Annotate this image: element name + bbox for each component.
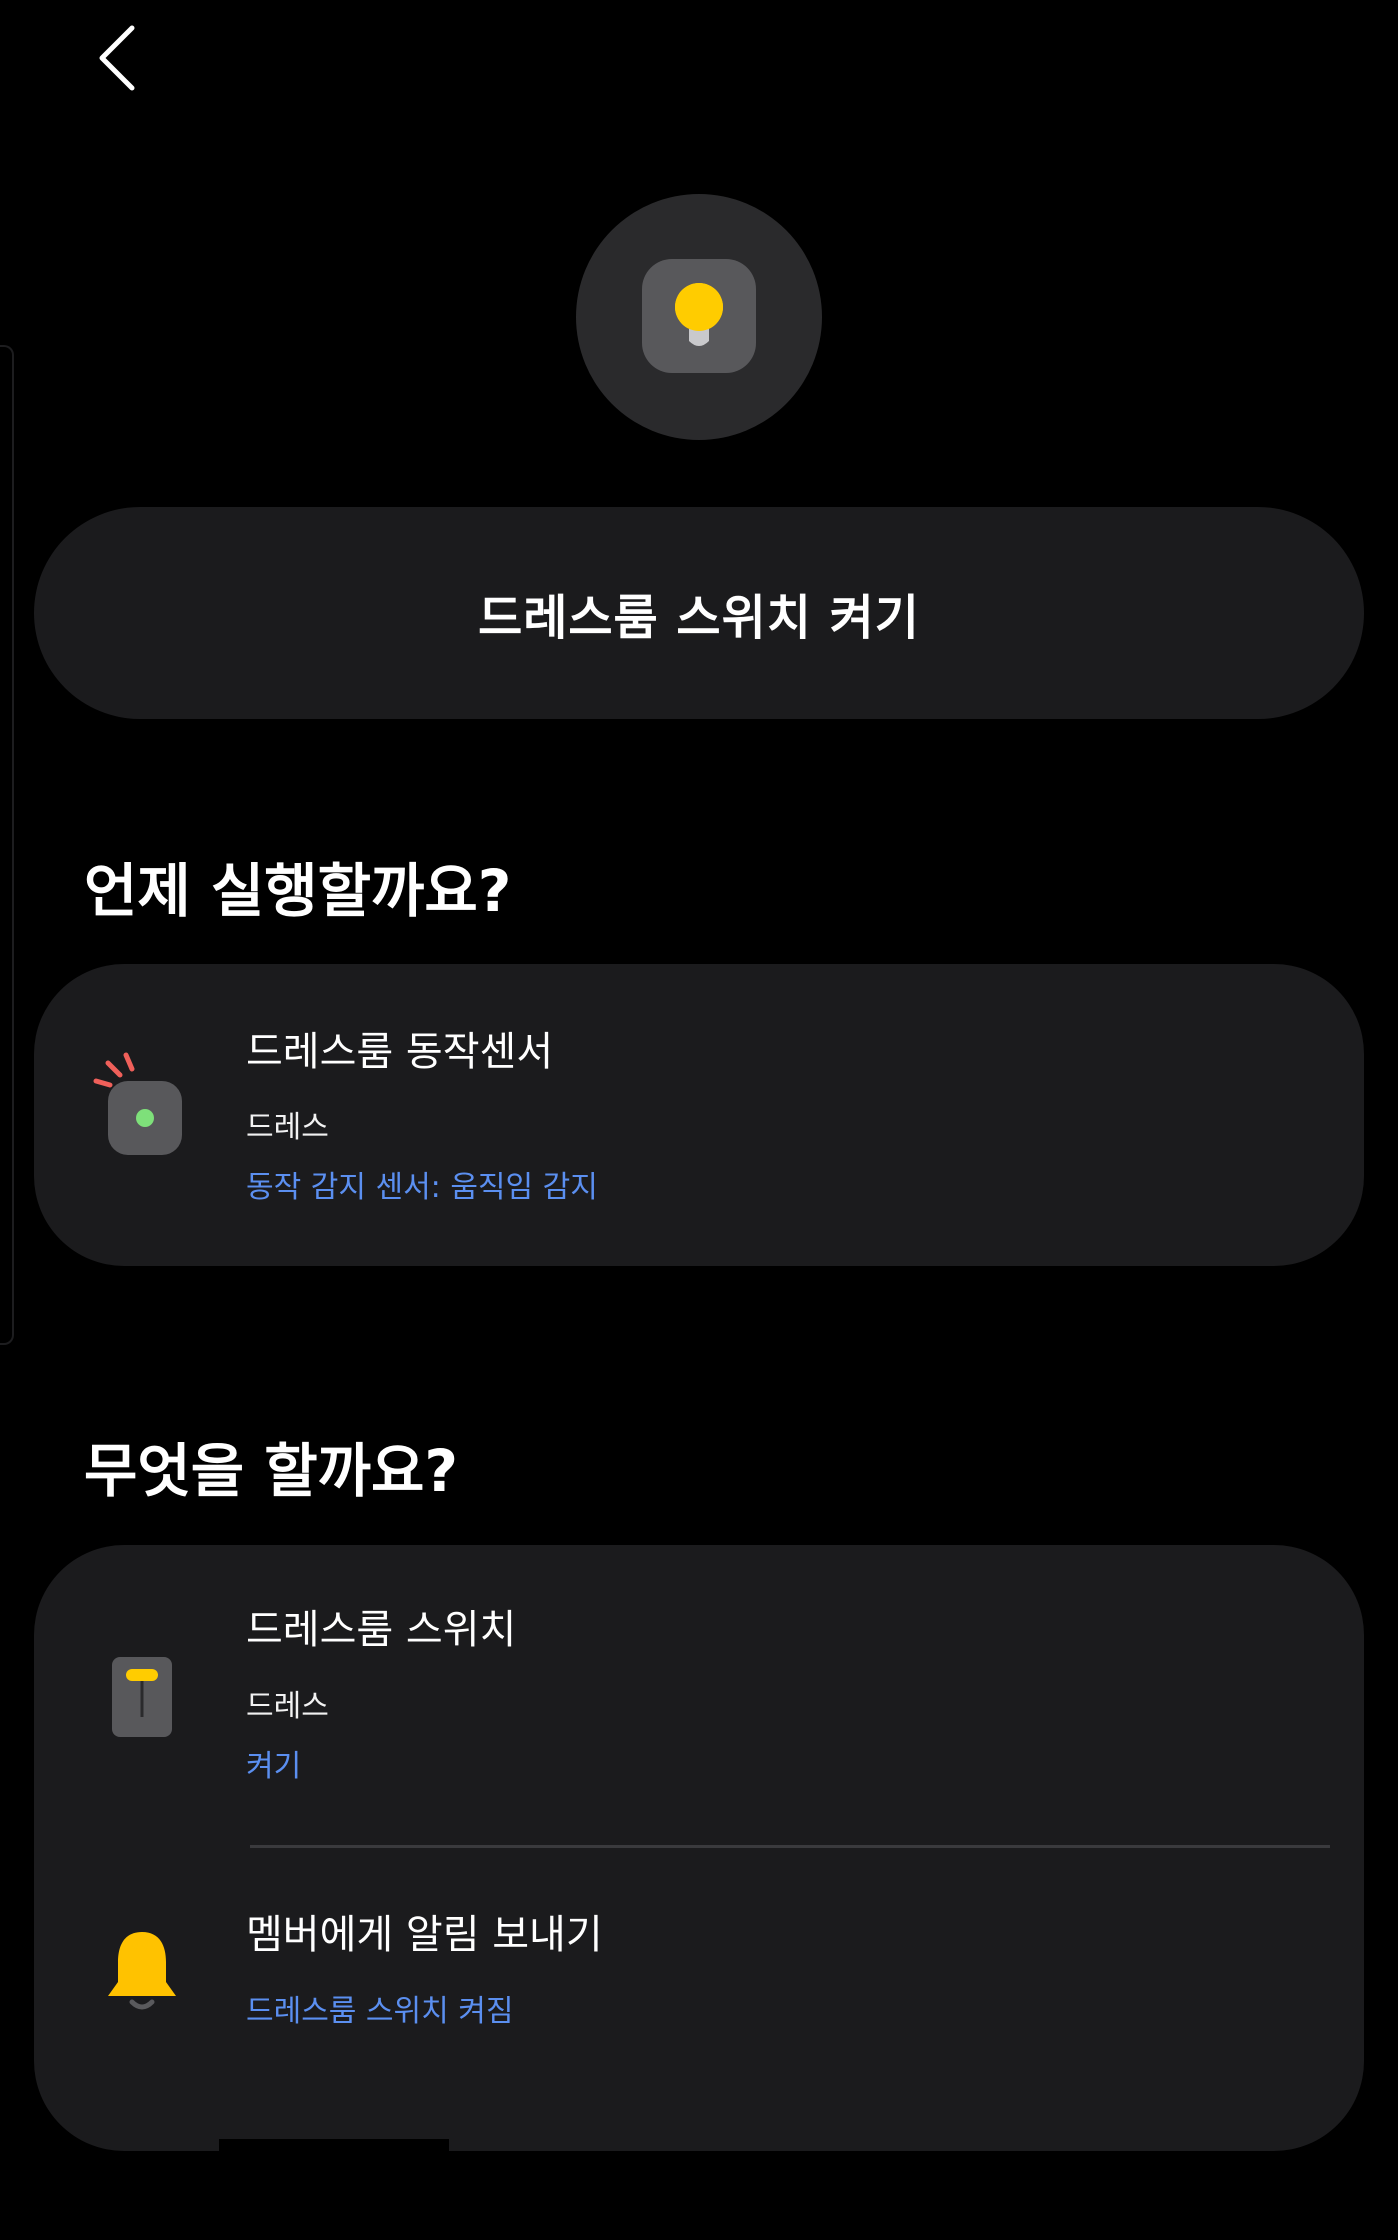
switch-icon — [110, 1655, 174, 1743]
scene-icon-button[interactable] — [576, 194, 822, 440]
condition-status: 동작 감지 센서: 움직임 감지 — [246, 1170, 598, 1205]
action-row-switch[interactable]: 드레스룸 스위치 드레스 켜기 — [34, 1545, 1364, 1845]
condition-card: 드레스룸 동작센서 드레스 동작 감지 센서: 움직임 감지 — [34, 964, 1364, 1266]
action-location: 드레스 — [246, 1689, 329, 1724]
condition-row-motion-sensor[interactable]: 드레스룸 동작센서 드레스 동작 감지 센서: 움직임 감지 — [34, 964, 1364, 1266]
bell-icon — [106, 1928, 178, 2022]
back-button[interactable] — [80, 18, 160, 98]
condition-location: 드레스 — [246, 1110, 329, 1145]
when-heading: 언제 실행할까요? — [84, 857, 512, 925]
action-status: 켜기 — [246, 1749, 302, 1784]
action-status: 드레스룸 스위치 켜짐 — [246, 1994, 514, 2029]
bottom-tab-marker — [219, 2139, 449, 2151]
scene-icon-tile — [642, 259, 756, 373]
scene-name-field[interactable]: 드레스룸 스위치 켜기 — [34, 507, 1364, 719]
condition-title: 드레스룸 동작센서 — [246, 1029, 554, 1075]
lightbulb-icon — [675, 283, 723, 346]
action-title: 드레스룸 스위치 — [246, 1607, 517, 1653]
scene-name: 드레스룸 스위치 켜기 — [478, 590, 920, 646]
action-card: 드레스룸 스위치 드레스 켜기 멤버에게 알림 보내기 드레스룸 스위치 켜짐 — [34, 1545, 1364, 2151]
chevron-left-icon — [99, 25, 135, 91]
action-title: 멤버에게 알림 보내기 — [246, 1912, 603, 1958]
what-heading: 무엇을 할까요? — [84, 1437, 458, 1505]
action-row-notification[interactable]: 멤버에게 알림 보내기 드레스룸 스위치 켜짐 — [34, 1848, 1364, 2151]
motion-sensor-icon — [76, 1049, 186, 1163]
scroll-indicator — [0, 345, 14, 1345]
